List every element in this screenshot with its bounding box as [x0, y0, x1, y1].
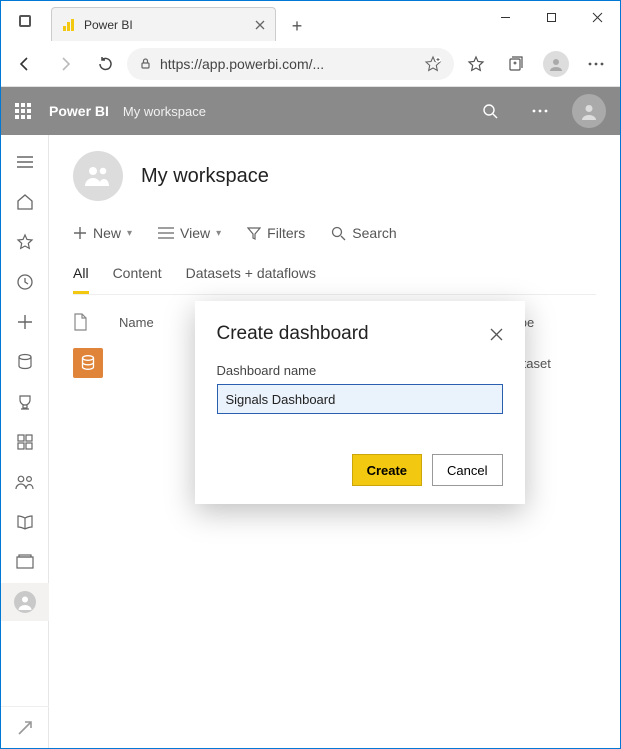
- dialog-title: Create dashboard: [217, 323, 369, 345]
- more-button[interactable]: [578, 46, 614, 82]
- hamburger-icon[interactable]: [1, 143, 49, 181]
- header-search-icon[interactable]: [472, 93, 508, 129]
- field-label: Dashboard name: [217, 363, 503, 378]
- favorites-icon[interactable]: [1, 223, 49, 261]
- browser-tab[interactable]: Power BI: [51, 7, 276, 41]
- window-minimize-button[interactable]: [482, 1, 528, 33]
- shared-icon[interactable]: [1, 463, 49, 501]
- dashboard-name-input[interactable]: [217, 384, 503, 414]
- brand-text: Power BI: [49, 103, 109, 119]
- user-avatar[interactable]: [572, 94, 606, 128]
- left-nav-rail: [1, 135, 49, 748]
- new-tab-button[interactable]: +: [282, 11, 312, 41]
- create-dashboard-dialog: Create dashboard Dashboard name Create C…: [195, 301, 525, 504]
- window-close-button[interactable]: [574, 1, 620, 33]
- refresh-button[interactable]: [87, 46, 123, 82]
- collections-button[interactable]: [498, 46, 534, 82]
- address-bar[interactable]: https://app.powerbi.com/...: [127, 48, 454, 80]
- back-button[interactable]: [7, 46, 43, 82]
- cancel-button[interactable]: Cancel: [432, 454, 502, 486]
- datasets-icon[interactable]: [1, 343, 49, 381]
- app-header: Power BI My workspace: [1, 87, 620, 135]
- close-icon[interactable]: [490, 328, 503, 341]
- favorites-button[interactable]: [458, 46, 494, 82]
- recent-icon[interactable]: [1, 263, 49, 301]
- create-icon[interactable]: [1, 303, 49, 341]
- header-more-icon[interactable]: [522, 93, 558, 129]
- powerbi-favicon: [62, 18, 76, 32]
- forward-button[interactable]: [47, 46, 83, 82]
- home-icon[interactable]: [1, 183, 49, 221]
- browser-toolbar: https://app.powerbi.com/...: [1, 41, 620, 87]
- goals-icon[interactable]: [1, 383, 49, 421]
- app-launcher-icon[interactable]: [15, 103, 35, 119]
- dialog-backdrop: Create dashboard Dashboard name Create C…: [49, 135, 620, 748]
- workspaces-icon[interactable]: [1, 543, 49, 581]
- window-titlebar: Power BI +: [1, 1, 620, 41]
- url-text: https://app.powerbi.com/...: [160, 56, 416, 72]
- apps-icon[interactable]: [1, 423, 49, 461]
- tab-title: Power BI: [84, 18, 247, 32]
- lock-icon: [139, 57, 152, 70]
- my-workspace-icon[interactable]: [1, 583, 49, 621]
- create-button[interactable]: Create: [352, 454, 422, 486]
- learn-icon[interactable]: [1, 503, 49, 541]
- close-tab-icon[interactable]: [255, 20, 265, 30]
- breadcrumb[interactable]: My workspace: [123, 104, 206, 119]
- edge-app-icon: [9, 1, 41, 41]
- get-data-icon[interactable]: [1, 706, 49, 748]
- window-maximize-button[interactable]: [528, 1, 574, 33]
- profile-button[interactable]: [538, 46, 574, 82]
- add-favorite-icon[interactable]: [424, 55, 442, 73]
- main-content: My workspace New ▾ View ▾ Filters Search: [49, 135, 620, 748]
